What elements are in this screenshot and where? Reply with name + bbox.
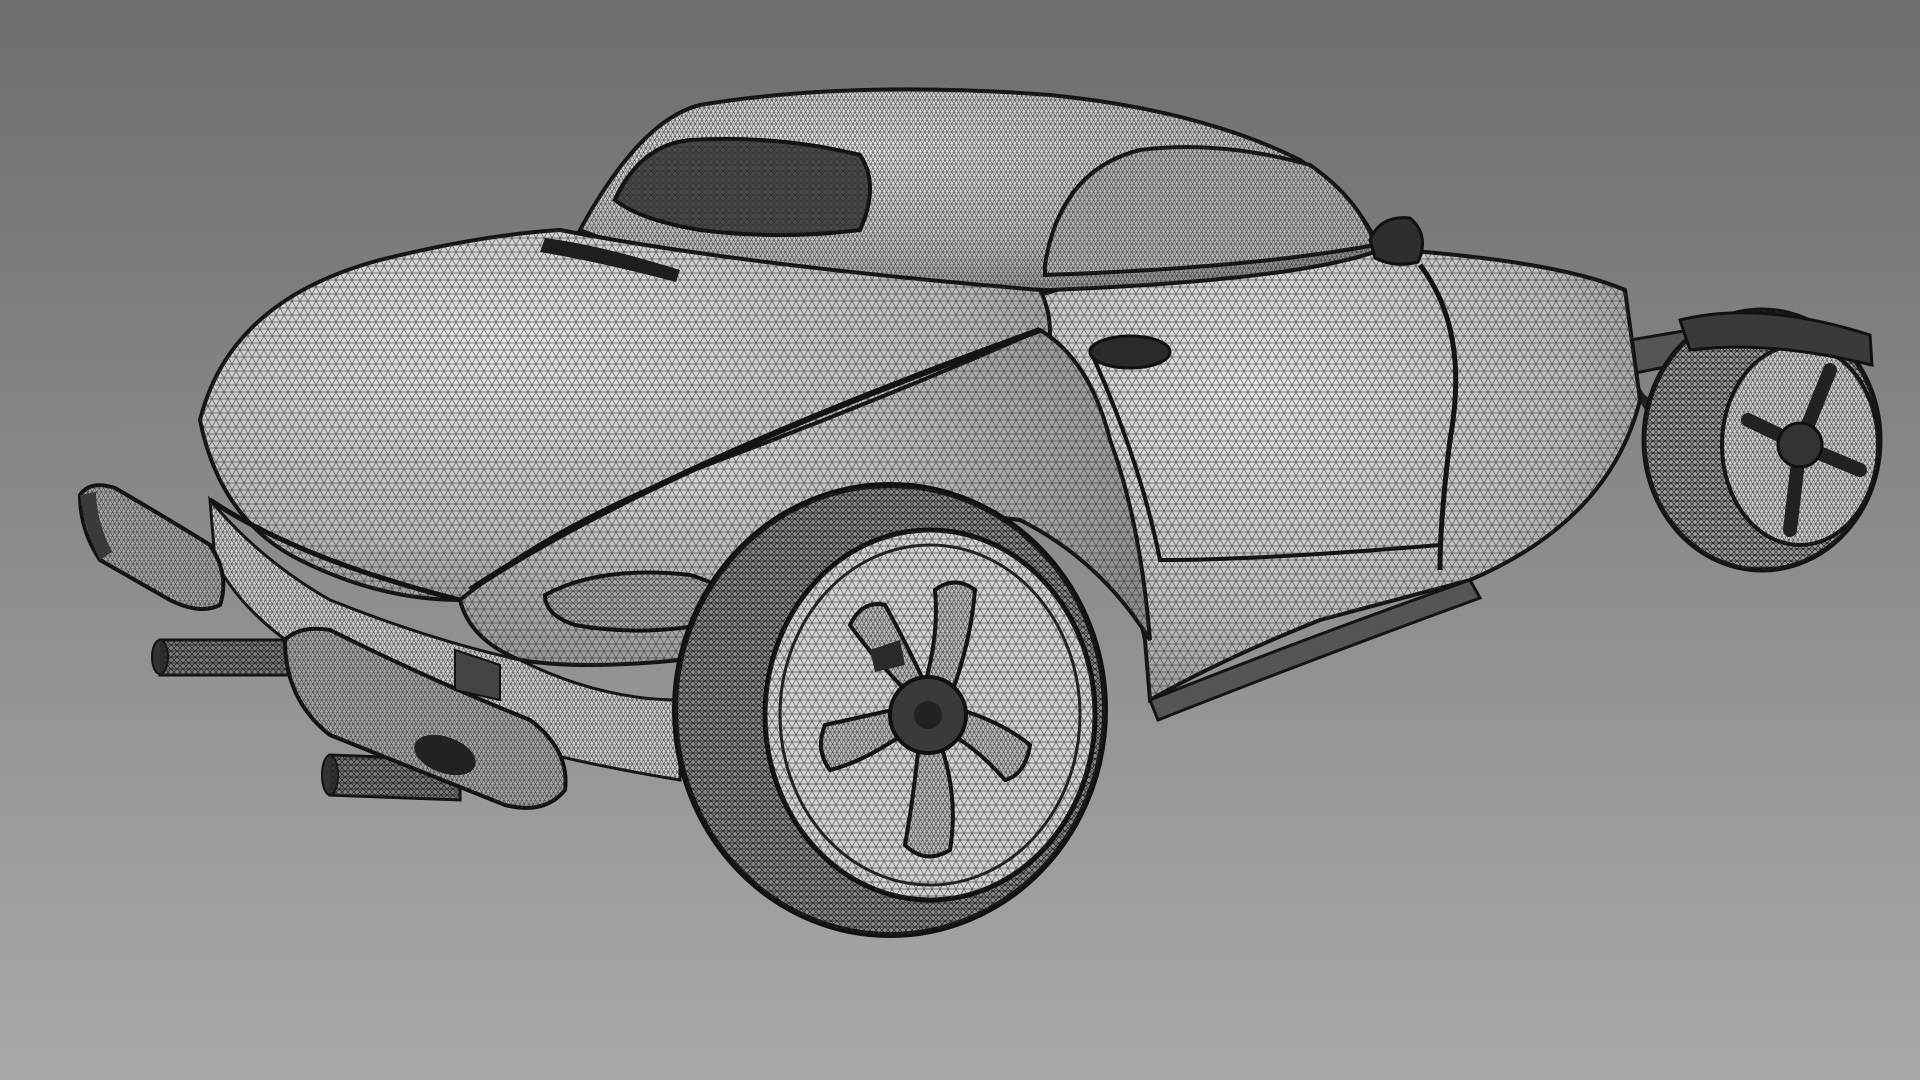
rear-wheel-near [672,482,1108,938]
door-handle [1088,334,1172,370]
3d-viewport[interactable] [0,0,1920,1080]
wireframe-render [0,0,1920,1080]
